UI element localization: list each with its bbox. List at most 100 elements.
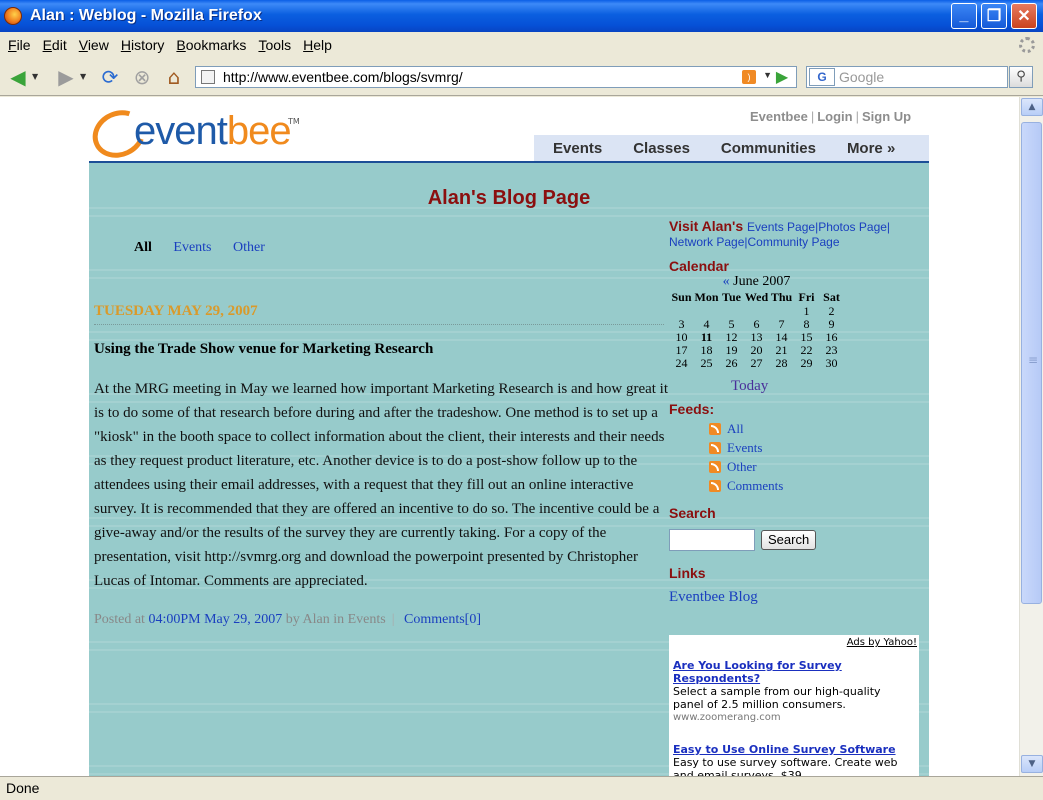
rss-feed-icon[interactable]: )	[742, 70, 756, 84]
ad-headline[interactable]: Easy to Use Online Survey Software	[673, 743, 913, 756]
menu-help[interactable]: Help	[303, 37, 332, 53]
page-viewport: eventbee TM Eventbee | Login | Sign Up Event…	[0, 97, 1019, 776]
vertical-scrollbar[interactable]: ▲ ▼	[1019, 97, 1043, 776]
rss-icon	[709, 460, 721, 473]
firefox-icon	[4, 7, 22, 25]
scroll-down-icon[interactable]: ▼	[1021, 755, 1043, 773]
rss-icon	[709, 422, 721, 435]
back-arrow-icon[interactable]: ◀	[4, 63, 32, 91]
calendar-day: 26	[725, 356, 738, 370]
calendar-day: 29	[800, 356, 813, 370]
go-arrow-icon[interactable]: ▶	[772, 67, 792, 87]
navigation-toolbar: ◀ ▼ ▶ ▼ ⟳ ⊗ ⌂ http://www.eventbee.com/bl…	[0, 58, 1043, 96]
url-bar[interactable]: http://www.eventbee.com/blogs/svmrg/ ) ▼	[195, 66, 797, 88]
post-meta: Posted at 04:00PM May 29, 2007 by Alan i…	[94, 612, 481, 627]
calendar-day-header: Wed	[744, 290, 769, 304]
ad-url[interactable]: www.zoomerang.com	[673, 711, 913, 724]
calendar-day: 27	[750, 356, 763, 370]
filter-all[interactable]: All	[134, 240, 152, 255]
ad-description: Easy to use survey software. Create web …	[673, 756, 898, 776]
search-heading: Search	[669, 505, 716, 521]
feed-other[interactable]: Other	[709, 459, 924, 474]
blog-search-input[interactable]	[669, 529, 755, 551]
calendar-grid: Sun Mon Tue Wed Thu Fri Sat 1 2 3 4 5 6 7 8 9 10 11 12 13 1…	[669, 290, 844, 370]
menu-view[interactable]: View	[79, 37, 109, 53]
top-link-signup[interactable]: Sign Up	[862, 109, 911, 124]
calendar-day-header: Thu	[770, 290, 793, 304]
posted-at-label: Posted at	[94, 612, 145, 627]
feeds-heading: Feeds:	[669, 401, 715, 417]
nav-classes[interactable]: Classes	[633, 140, 690, 157]
stop-icon[interactable]: ⊗	[128, 63, 156, 91]
maximize-button[interactable]: ❐	[981, 3, 1007, 29]
throbber-icon	[1019, 37, 1035, 53]
close-button[interactable]: ✕	[1011, 3, 1037, 29]
nav-events[interactable]: Events	[553, 140, 602, 157]
post-author-category: by Alan in Events	[285, 612, 386, 627]
scroll-thumb[interactable]	[1021, 122, 1042, 604]
filter-other[interactable]: Other	[233, 240, 265, 255]
main-nav: Events Classes Communities More »	[534, 135, 929, 162]
ad-description: Select a sample from our high-quality pa…	[673, 685, 881, 711]
menu-edit[interactable]: Edit	[43, 37, 67, 53]
link-eventbee-blog[interactable]: Eventbee Blog	[669, 589, 924, 606]
calendar: « June 2007 Sun Mon Tue Wed Thu Fri Sat 123456…	[669, 274, 924, 370]
eventbee-logo[interactable]: eventbee TM	[84, 101, 308, 167]
today-link[interactable]: Today	[731, 378, 924, 395]
scroll-up-icon[interactable]: ▲	[1021, 98, 1043, 116]
calendar-day-header: Sun	[671, 290, 692, 304]
status-bar: Done	[0, 776, 1043, 800]
post-date: TUESDAY MAY 29, 2007	[94, 303, 664, 325]
blog-content: Alan's Blog Page All Events Other TUESDA…	[89, 163, 929, 776]
search-bar[interactable]: G Google	[806, 66, 1008, 88]
visit-links-line2[interactable]: Network Page|Community Page	[669, 235, 840, 249]
feed-all[interactable]: All	[709, 421, 924, 436]
rss-icon	[709, 479, 721, 492]
forward-arrow-icon[interactable]: ▶	[52, 63, 80, 91]
url-dropdown-icon[interactable]: ▼	[763, 70, 772, 80]
calendar-prev[interactable]: «	[723, 274, 730, 289]
magnifier-icon[interactable]: ⚲	[1009, 66, 1033, 88]
blog-search-button[interactable]: Search	[761, 530, 817, 550]
minimize-button[interactable]: _	[951, 3, 977, 29]
rss-icon	[709, 441, 721, 454]
ad-item: Easy to Use Online Survey Software Easy …	[673, 743, 913, 776]
ad-headline[interactable]: Are You Looking for Survey Respondents?	[673, 659, 913, 685]
post-permalink[interactable]: 04:00PM May 29, 2007	[148, 612, 282, 627]
nav-more[interactable]: More »	[847, 140, 895, 157]
logo-tm: TM	[288, 117, 300, 126]
links-heading: Links	[669, 565, 706, 581]
comments-link[interactable]: Comments[0]	[404, 612, 481, 627]
calendar-day: 25	[700, 356, 713, 370]
window-titlebar: Alan : Weblog - Mozilla Firefox _ ❐ ✕	[0, 0, 1043, 32]
calendar-day-header: Sat	[823, 290, 840, 304]
calendar-day-header: Mon	[694, 290, 719, 304]
visit-links-line1[interactable]: Events Page|Photos Page|	[747, 220, 890, 234]
post-title: Using the Trade Show venue for Marketing…	[94, 341, 434, 357]
reload-icon[interactable]: ⟳	[96, 63, 124, 91]
menu-file[interactable]: File	[8, 37, 31, 53]
menu-bar: File Edit View History Bookmarks Tools H…	[0, 32, 1043, 58]
calendar-day: 28	[775, 356, 788, 370]
forward-history-dropdown-icon[interactable]: ▼	[80, 72, 90, 81]
top-links: Eventbee | Login | Sign Up	[750, 109, 912, 124]
feed-comments[interactable]: Comments	[709, 478, 924, 493]
search-placeholder: Google	[839, 69, 885, 85]
menu-tools[interactable]: Tools	[258, 37, 291, 53]
top-link-eventbee[interactable]: Eventbee	[750, 109, 808, 124]
google-engine-icon[interactable]: G	[809, 68, 835, 86]
ads-by-yahoo[interactable]: Ads by Yahoo!	[847, 637, 917, 648]
feed-events[interactable]: Events	[709, 440, 924, 455]
back-history-dropdown-icon[interactable]: ▼	[32, 72, 42, 81]
top-link-login[interactable]: Login	[817, 109, 852, 124]
menu-bookmarks[interactable]: Bookmarks	[176, 37, 246, 53]
calendar-day: 24	[675, 356, 688, 370]
visit-section: Visit Alan's Events Page|Photos Page| Ne…	[669, 219, 924, 249]
post-body: At the MRG meeting in May we learned how…	[94, 381, 669, 589]
url-text[interactable]: http://www.eventbee.com/blogs/svmrg/	[223, 69, 463, 85]
menu-history[interactable]: History	[121, 37, 165, 53]
category-filters: All Events Other	[134, 240, 283, 256]
nav-communities[interactable]: Communities	[721, 140, 816, 157]
filter-events[interactable]: Events	[173, 240, 211, 255]
home-icon[interactable]: ⌂	[160, 63, 188, 91]
